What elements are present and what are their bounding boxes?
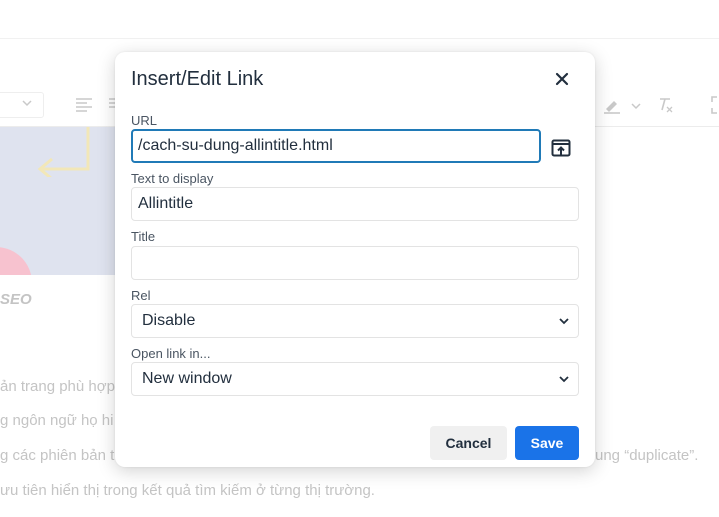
text-to-display-input[interactable]: Allintitle xyxy=(131,187,579,221)
chevron-down-icon xyxy=(559,318,569,325)
url-label: URL xyxy=(131,113,158,128)
fullscreen-icon xyxy=(711,96,717,114)
save-button[interactable]: Save xyxy=(515,426,579,460)
highlighter-icon xyxy=(604,101,620,114)
close-icon xyxy=(555,72,569,86)
rel-label: Rel xyxy=(131,288,151,303)
background-text-line: ung “duplicate”. xyxy=(595,447,699,464)
chevron-down-icon xyxy=(559,376,569,383)
background-text-line: g ngôn ngữ họ hi xyxy=(0,412,114,429)
clear-formatting-icon xyxy=(660,98,673,113)
browse-link-button[interactable] xyxy=(549,136,573,160)
open-link-in-select[interactable]: New window xyxy=(131,362,579,396)
open-link-in-selected-value: New window xyxy=(142,370,232,387)
return-arrow-icon xyxy=(37,127,90,177)
decorative-circle xyxy=(0,247,32,275)
insert-link-dialog: Insert/Edit Link URL /cach-su-dung-allin… xyxy=(115,52,595,467)
rel-selected-value: Disable xyxy=(142,312,196,329)
open-link-in-label: Open link in... xyxy=(131,346,211,361)
background-divider xyxy=(0,38,719,39)
chevron-down-icon xyxy=(22,100,32,107)
dialog-title: Insert/Edit Link xyxy=(131,68,264,90)
background-text-line: ản trang phù hợp xyxy=(0,378,115,395)
close-button[interactable] xyxy=(551,68,573,90)
page: SEO ản trang phù hợp g ngôn ngữ họ hi g … xyxy=(0,0,719,517)
url-input[interactable]: /cach-su-dung-allintitle.html xyxy=(131,129,541,163)
background-text-line: ưu tiên hiển thị trong kết quả tìm kiếm … xyxy=(0,482,375,499)
text-to-display-label: Text to display xyxy=(131,171,214,186)
rel-select[interactable]: Disable xyxy=(131,304,579,338)
align-left-icon xyxy=(76,98,92,112)
background-caption: SEO xyxy=(0,291,32,308)
chevron-down-icon xyxy=(631,103,641,110)
browse-link-icon xyxy=(551,139,571,157)
title-label: Title xyxy=(131,229,156,244)
title-input[interactable] xyxy=(131,246,579,280)
background-image xyxy=(0,127,120,275)
cancel-button[interactable]: Cancel xyxy=(430,426,507,460)
background-text-line: g các phiên bản t xyxy=(0,447,115,464)
